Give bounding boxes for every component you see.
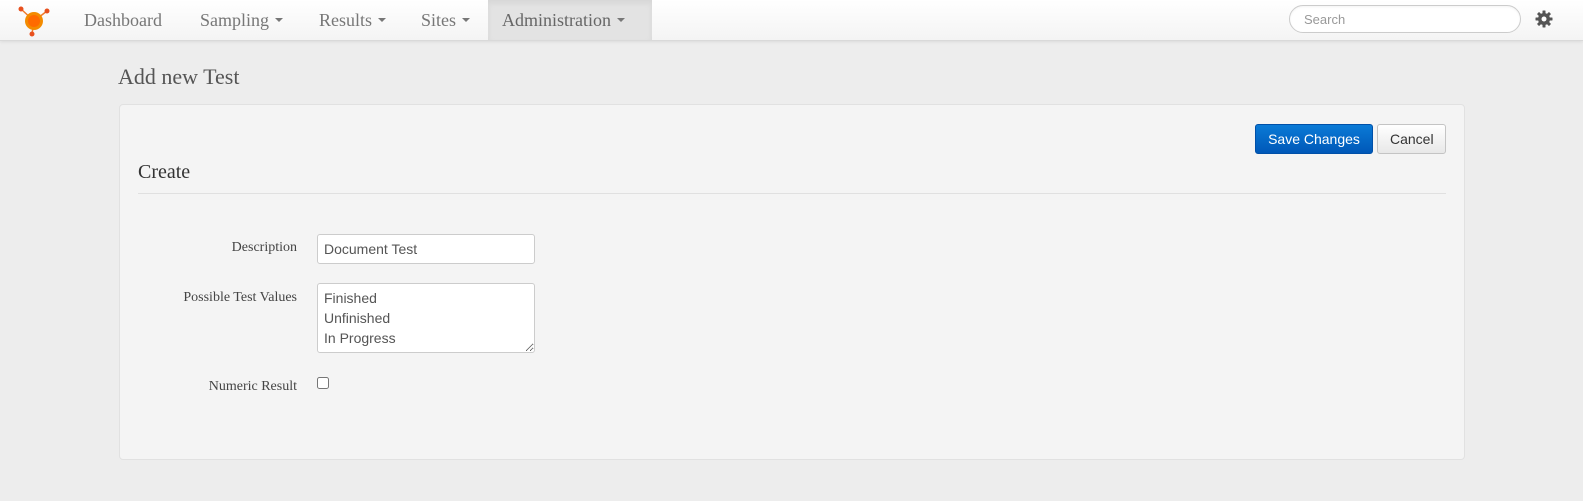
nav-sampling-label: Sampling [200,10,270,30]
nav-administration-label: Administration [502,10,611,30]
possible-test-values-field[interactable]: Finished Unfinished In Progress [317,283,535,353]
nav-sites-label: Sites [421,10,457,30]
nav-dashboard[interactable]: Dashboard [84,0,162,40]
numeric-result-label: Numeric Result [208,379,297,394]
possible-test-values-label: Possible Test Values [183,290,297,305]
logo-icon[interactable] [16,4,52,38]
page-title: Add new Test [118,64,240,89]
divider [138,193,1446,194]
description-label: Description [231,240,297,255]
nav-administration[interactable]: Administration [488,0,652,40]
section-title: Create [138,161,191,183]
caret-down-icon [617,17,625,22]
caret-down-icon [275,17,284,22]
nav-results[interactable]: Results [319,0,387,40]
cancel-button[interactable]: Cancel [1377,124,1446,154]
nav-sampling[interactable]: Sampling [200,0,284,40]
nav-sites[interactable]: Sites [421,0,471,40]
save-changes-button[interactable]: Save Changes [1255,124,1373,154]
top-navbar: Dashboard Sampling Results Sites Adminis… [0,0,1583,41]
nav-results-label: Results [319,10,373,30]
nav-dashboard-label: Dashboard [84,10,162,30]
gear-icon[interactable] [1535,10,1553,28]
search-input[interactable] [1289,5,1521,33]
caret-down-icon [462,17,471,22]
form-panel [119,104,1465,460]
description-field[interactable] [317,234,535,264]
caret-down-icon [378,17,387,22]
numeric-result-checkbox[interactable] [317,377,329,389]
